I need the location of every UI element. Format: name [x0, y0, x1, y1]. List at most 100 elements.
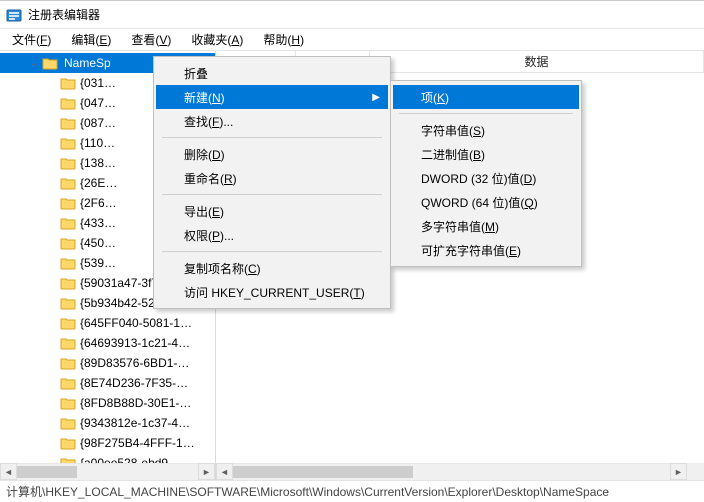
sub-multi[interactable]: 多字符串值(M) — [393, 214, 579, 238]
folder-icon — [60, 456, 76, 463]
tree-node[interactable]: {98F275B4-4FFF-1… — [0, 433, 215, 453]
scroll-corner — [687, 463, 704, 480]
folder-icon — [60, 276, 76, 290]
tree-node[interactable]: {a00ee528-ebd9-… — [0, 453, 215, 463]
ctx-delete[interactable]: 删除(D) — [156, 142, 388, 166]
list-hscrollbar[interactable]: ◄ ► — [216, 463, 704, 480]
menu-file[interactable]: 文件(F) — [4, 29, 59, 50]
tree-node-label: {8E74D236-7F35-… — [78, 375, 190, 391]
chevron-down-icon[interactable]: ⌄ — [28, 58, 40, 69]
sub-key[interactable]: 项(K) — [393, 85, 579, 109]
tree-node-label: {89D83576-6BD1-… — [78, 355, 191, 371]
folder-icon — [60, 436, 76, 450]
ctx-copy-key-label: 复制项名称(C) — [184, 260, 261, 277]
ctx-delete-label: 删除(D) — [184, 146, 225, 163]
main: ⌄ NameSp {031…{047…{087…{110…{138…{26E…{… — [0, 51, 704, 480]
col-data[interactable]: 数据 — [370, 51, 704, 72]
ctx-rename-label: 重命名(R) — [184, 170, 237, 187]
tree-node[interactable]: {64693913-1c21-4… — [0, 333, 215, 353]
folder-icon — [60, 76, 76, 90]
scroll-track[interactable] — [233, 463, 670, 480]
scroll-thumb[interactable] — [17, 466, 77, 478]
menu-edit[interactable]: 编辑(E) — [63, 29, 119, 50]
folder-icon — [60, 396, 76, 410]
scroll-left-button[interactable]: ◄ — [216, 463, 233, 480]
ctx-permissions-label: 权限(P)... — [184, 227, 234, 244]
sub-dword[interactable]: DWORD (32 位)值(D) — [393, 166, 579, 190]
folder-icon — [60, 216, 76, 230]
tree-node[interactable]: {8E74D236-7F35-… — [0, 373, 215, 393]
folder-icon — [60, 136, 76, 150]
menubar: 文件(F) 编辑(E) 查看(V) 收藏夹(A) 帮助(H) — [0, 29, 704, 51]
tree-node[interactable]: {645FF040-5081-1… — [0, 313, 215, 333]
separator — [399, 113, 573, 114]
folder-icon — [60, 416, 76, 430]
sub-dword-label: DWORD (32 位)值(D) — [421, 170, 536, 187]
ctx-export-label: 导出(E) — [184, 203, 224, 220]
ctx-rename[interactable]: 重命名(R) — [156, 166, 388, 190]
scroll-thumb[interactable] — [233, 466, 413, 478]
folder-icon — [60, 116, 76, 130]
folder-icon — [60, 236, 76, 250]
ctx-collapse-label: 折叠 — [184, 65, 208, 82]
folder-icon — [60, 156, 76, 170]
sub-expand[interactable]: 可扩充字符串值(E) — [393, 238, 579, 262]
folder-icon — [60, 376, 76, 390]
tree-node-label: NameSp — [60, 55, 115, 71]
tree-hscrollbar[interactable]: ◄ ► — [0, 463, 215, 480]
tree-node-label: {26E… — [78, 175, 119, 191]
separator — [162, 137, 382, 138]
folder-icon — [60, 196, 76, 210]
sub-string[interactable]: 字符串值(S) — [393, 118, 579, 142]
submenu-arrow-icon: ▶ — [372, 92, 380, 103]
scroll-track[interactable] — [17, 463, 198, 480]
tree-node-label: {8FD8B88D-30E1-… — [78, 395, 193, 411]
ctx-goto-hkcu[interactable]: 访问 HKEY_CURRENT_USER(T) — [156, 280, 388, 304]
tree-node-label: {087… — [78, 115, 118, 131]
context-menu: 折叠 新建(N) ▶ 查找(F)... 删除(D) 重命名(R) 导出(E) 权… — [153, 56, 391, 309]
ctx-export[interactable]: 导出(E) — [156, 199, 388, 223]
folder-icon — [60, 336, 76, 350]
ctx-new[interactable]: 新建(N) ▶ — [156, 85, 388, 109]
folder-icon — [60, 176, 76, 190]
sub-binary[interactable]: 二进制值(B) — [393, 142, 579, 166]
scroll-right-button[interactable]: ► — [198, 463, 215, 480]
scroll-left-button[interactable]: ◄ — [0, 463, 17, 480]
sub-expand-label: 可扩充字符串值(E) — [421, 242, 521, 259]
tree-node-label: {110… — [78, 135, 117, 151]
regedit-icon — [6, 7, 22, 23]
ctx-permissions[interactable]: 权限(P)... — [156, 223, 388, 247]
tree-node-label: {2F6… — [78, 195, 119, 211]
menu-help[interactable]: 帮助(H) — [255, 29, 312, 50]
separator — [162, 194, 382, 195]
folder-icon — [60, 256, 76, 270]
menu-view[interactable]: 查看(V) — [123, 29, 179, 50]
folder-icon — [60, 296, 76, 310]
folder-icon — [42, 56, 58, 70]
menu-favorites[interactable]: 收藏夹(A) — [183, 29, 251, 50]
titlebar: 注册表编辑器 — [0, 1, 704, 29]
sub-qword[interactable]: QWORD (64 位)值(Q) — [393, 190, 579, 214]
tree-node-label: {031… — [78, 75, 118, 91]
tree-node-label: {433… — [78, 215, 118, 231]
tree-node[interactable]: {9343812e-1c37-4… — [0, 413, 215, 433]
tree-node-label: {645FF040-5081-1… — [78, 315, 194, 331]
window-title: 注册表编辑器 — [28, 6, 100, 23]
ctx-copy-key-name[interactable]: 复制项名称(C) — [156, 256, 388, 280]
tree-node-label: {047… — [78, 95, 118, 111]
ctx-collapse[interactable]: 折叠 — [156, 61, 388, 85]
sub-string-label: 字符串值(S) — [421, 122, 485, 139]
folder-icon — [60, 356, 76, 370]
ctx-goto-hkcu-label: 访问 HKEY_CURRENT_USER(T) — [184, 284, 365, 301]
folder-icon — [60, 316, 76, 330]
tree-node-label: {a00ee528-ebd9-… — [78, 455, 186, 463]
sub-qword-label: QWORD (64 位)值(Q) — [421, 194, 538, 211]
tree-node[interactable]: {8FD8B88D-30E1-… — [0, 393, 215, 413]
tree-node-label: {450… — [78, 235, 118, 251]
ctx-find-label: 查找(F)... — [184, 113, 233, 130]
ctx-find[interactable]: 查找(F)... — [156, 109, 388, 133]
scroll-right-button[interactable]: ► — [670, 463, 687, 480]
tree-node-label: {539… — [78, 255, 118, 271]
statusbar: 计算机\HKEY_LOCAL_MACHINE\SOFTWARE\Microsof… — [0, 480, 704, 502]
tree-node[interactable]: {89D83576-6BD1-… — [0, 353, 215, 373]
